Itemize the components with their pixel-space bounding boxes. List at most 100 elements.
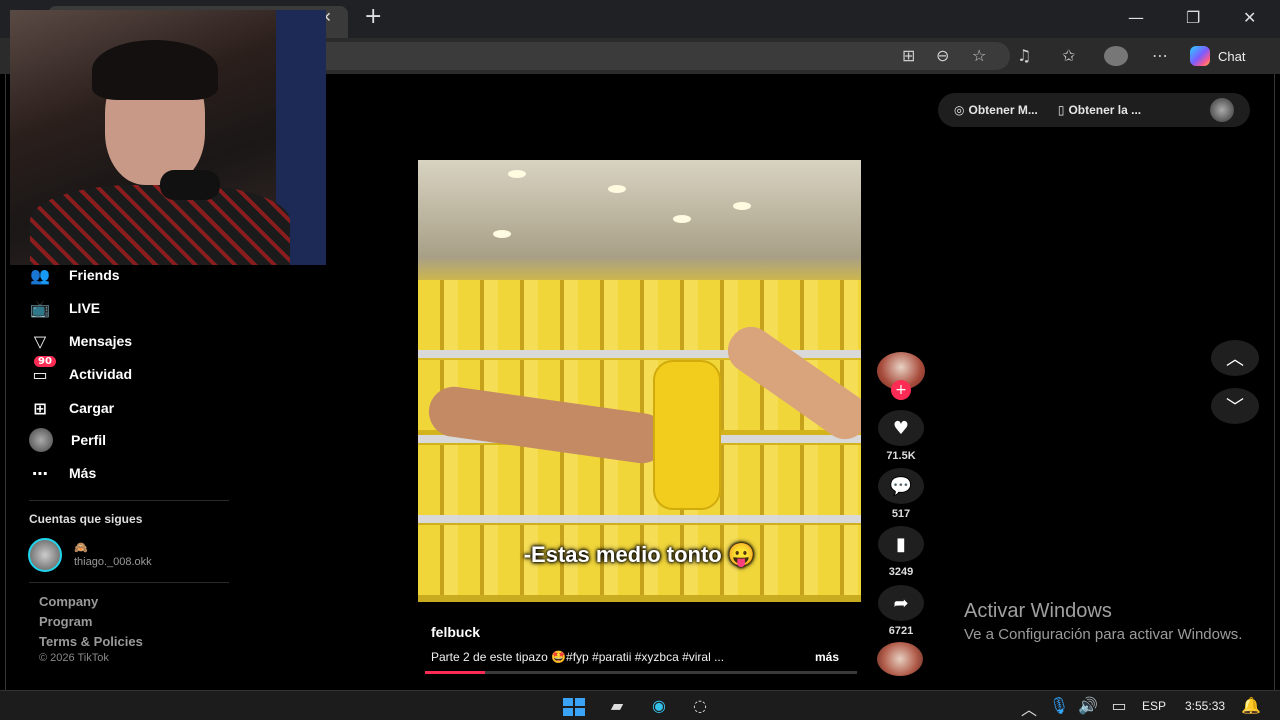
sidebar-divider: [29, 500, 229, 501]
comment-action[interactable]: 💬 517: [877, 468, 925, 520]
windows-activation-watermark: Activar Windows Ve a Configuración para …: [964, 600, 1244, 644]
media-control-icon[interactable]: ♫: [1017, 46, 1031, 65]
zoom-icon[interactable]: ⊖: [936, 46, 949, 65]
like-count: 71.5K: [886, 450, 916, 462]
sidebar-item-label: Perfil: [71, 432, 107, 448]
shelf: [418, 515, 861, 523]
copilot-icon: [1190, 46, 1210, 66]
more-options-icon[interactable]: ⋯: [1152, 46, 1168, 65]
activation-subtitle: Ve a Configuración para activar Windows.: [964, 626, 1243, 643]
footer-company-link[interactable]: Company: [39, 594, 98, 609]
sidebar-item-live[interactable]: 📺 LIVE: [29, 297, 100, 319]
sidebar-item-label: Cargar: [69, 400, 115, 416]
get-app-button[interactable]: ▯ Obtener la ...: [1058, 103, 1141, 117]
edge-browser-icon[interactable]: ◉: [648, 696, 670, 716]
favorites-icon[interactable]: ✩: [1062, 46, 1075, 65]
copyright: © 2026 TikTok: [39, 652, 109, 664]
sidebar-item-label: Más: [69, 465, 97, 481]
top-actions-bar: ◎ Obtener M... ▯ Obtener la ...: [938, 93, 1250, 127]
sidebar-item-profile[interactable]: Perfil: [29, 428, 107, 452]
sidebar-divider: [29, 582, 229, 583]
friends-icon: 👥: [30, 265, 50, 285]
sidebar-item-more[interactable]: ⋯ Más: [29, 462, 96, 484]
activity-badge: 90: [34, 355, 56, 367]
previous-video-button[interactable]: ︿: [1211, 340, 1259, 376]
following-avatar: [28, 538, 62, 572]
new-tab-button[interactable]: +: [364, 4, 382, 29]
bottle-row: [418, 280, 861, 350]
get-app-label: Obtener la ...: [1068, 103, 1142, 117]
following-title: Cuentas que sigues: [29, 512, 143, 526]
heart-icon[interactable]: ♥: [878, 410, 924, 446]
minimize-button[interactable]: —: [1128, 8, 1144, 27]
bookmark-icon[interactable]: ▮: [878, 526, 924, 562]
follow-plus-button[interactable]: +: [891, 380, 911, 400]
share-count: 6721: [888, 625, 914, 637]
sidebar-item-upload[interactable]: ⊞ Cargar: [29, 397, 114, 419]
sidebar-item-activity[interactable]: ▭ 90 Actividad: [29, 355, 133, 385]
sidebar-item-label: Actividad: [69, 366, 133, 382]
ceiling-light: [733, 202, 751, 210]
video-player[interactable]: -Estas medio tonto 😛: [418, 160, 861, 602]
video-author[interactable]: felbuck: [431, 624, 480, 640]
footer-program-link[interactable]: Program: [39, 614, 92, 629]
chat-label: Chat: [1218, 48, 1246, 64]
notification-bell-icon[interactable]: 🔔: [1240, 696, 1262, 716]
taskbar: ▰ ◉ ◌ ︿ 🎙 🔊 ▭ ESP 3:55:33 🔔: [0, 690, 1280, 720]
sidebar-item-label: Friends: [69, 267, 120, 283]
favorite-star-icon[interactable]: ☆: [972, 46, 986, 65]
video-progress-bar[interactable]: [425, 671, 857, 674]
close-window-button[interactable]: ✕: [1243, 8, 1256, 27]
messages-icon: ▽: [33, 331, 47, 351]
get-coins-label: Obtener M...: [968, 103, 1038, 117]
activity-icon: ▭ 90: [29, 355, 56, 384]
like-action[interactable]: ♥ 71.5K: [877, 410, 925, 462]
comment-icon[interactable]: 💬: [878, 468, 924, 504]
held-bottle: [653, 360, 721, 510]
profile-avatar: [29, 428, 53, 452]
following-nickname: 🙈: [74, 542, 88, 554]
music-disc-icon[interactable]: [877, 642, 923, 676]
video-progress-fill: [425, 671, 486, 674]
footer-terms-link[interactable]: Terms & Policies: [39, 634, 143, 649]
following-account[interactable]: 🙈 thiago._008.okk: [28, 538, 152, 572]
clock[interactable]: 3:55:33: [1185, 699, 1225, 713]
live-icon: 📺: [30, 298, 50, 318]
app-icon[interactable]: ◌: [689, 696, 711, 716]
webcam-person-hair: [92, 40, 218, 100]
following-username: thiago._008.okk: [74, 556, 152, 568]
ceiling-light: [508, 170, 526, 178]
share-action[interactable]: ➦ 6721: [877, 585, 925, 637]
screen: ✕ + — ❐ ✕ ⊞ ⊖ ☆ ♫ ✩ ⋯ Chat 👥 Friends 📺 L…: [0, 0, 1280, 720]
copilot-chat-button[interactable]: Chat: [1190, 44, 1245, 68]
windows-start-icon[interactable]: [563, 698, 585, 716]
save-action[interactable]: ▮ 3249: [877, 526, 925, 578]
sidebar-item-label: LIVE: [69, 300, 101, 316]
video-caption: -Estas medio tonto 😛: [523, 542, 756, 567]
app-available-icon[interactable]: ⊞: [902, 46, 915, 65]
microphone-icon[interactable]: 🎙: [1048, 696, 1070, 716]
get-coins-button[interactable]: ◎ Obtener M...: [954, 103, 1038, 117]
language-indicator[interactable]: ESP: [1142, 699, 1166, 713]
volume-icon[interactable]: 🔊: [1077, 696, 1099, 716]
ceiling-light: [673, 215, 691, 223]
save-count: 3249: [888, 566, 914, 578]
activation-title: Activar Windows: [964, 600, 1112, 622]
share-icon[interactable]: ➦: [878, 585, 924, 621]
webcam-person-shirt: [30, 185, 290, 265]
restore-button[interactable]: ❐: [1186, 8, 1200, 27]
webcam-overlay: [10, 10, 326, 265]
comment-count: 517: [891, 508, 911, 520]
sidebar-item-label: Mensajes: [69, 333, 133, 349]
sidebar-item-messages[interactable]: ▽ Mensajes: [29, 330, 132, 352]
profile-avatar-icon[interactable]: [1104, 46, 1128, 66]
show-hidden-icons-icon[interactable]: ︿: [1018, 696, 1040, 719]
user-avatar[interactable]: [1210, 98, 1234, 122]
sidebar-item-friends[interactable]: 👥 Friends: [29, 264, 120, 286]
more-icon: ⋯: [32, 463, 48, 483]
next-video-button[interactable]: ﹀: [1211, 388, 1259, 424]
coin-icon: ◎: [954, 103, 965, 117]
file-explorer-icon[interactable]: ▰: [606, 696, 628, 716]
network-icon[interactable]: ▭: [1108, 696, 1130, 716]
more-link[interactable]: más: [815, 650, 839, 664]
